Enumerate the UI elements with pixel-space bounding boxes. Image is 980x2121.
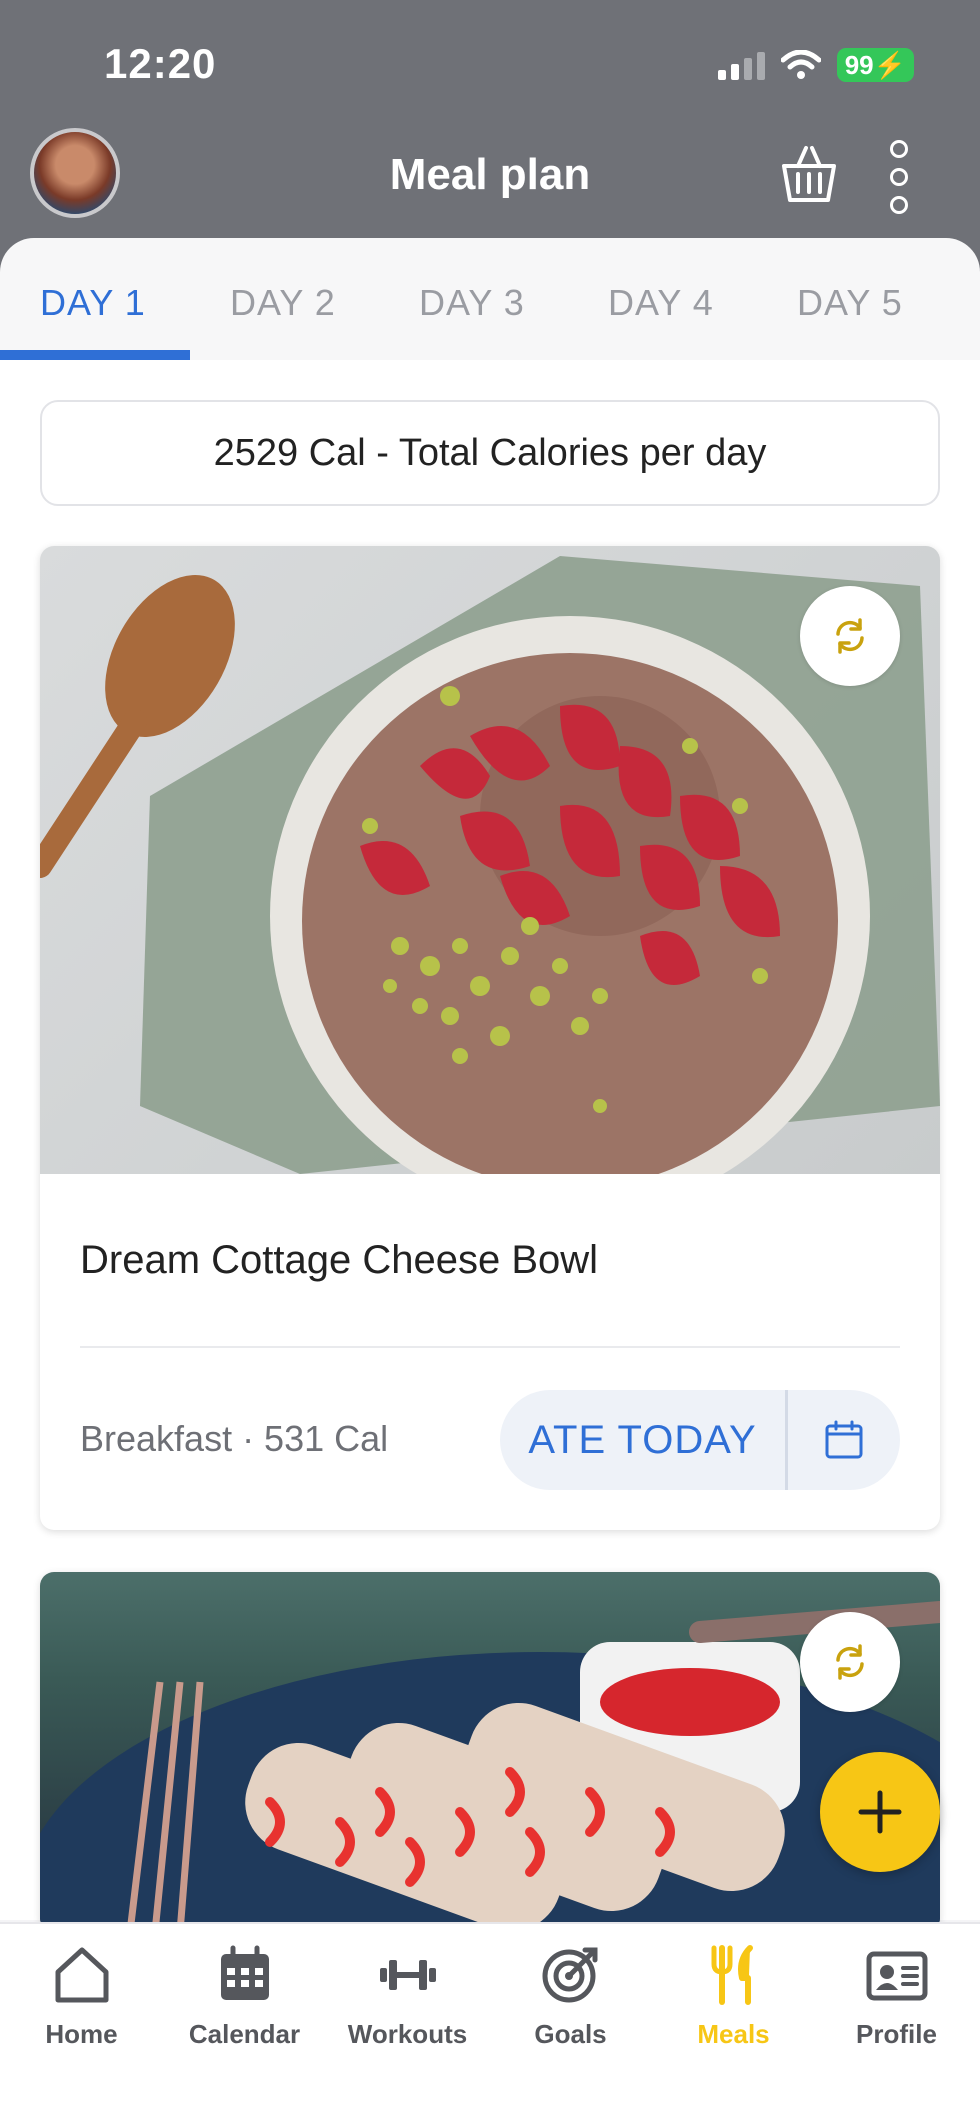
plus-icon xyxy=(858,1790,902,1834)
wifi-icon xyxy=(780,50,821,79)
id-card-icon xyxy=(866,1951,927,2001)
status-time: 12:20 xyxy=(104,40,217,87)
nav-label: Calendar xyxy=(188,2019,301,2049)
signal-icon xyxy=(717,50,765,80)
total-calories-text: 2529 Cal - Total Calories per day xyxy=(213,431,767,474)
fork-knife-icon xyxy=(711,1945,753,2005)
nav-label: Profile xyxy=(856,2019,937,2049)
nav-goals[interactable]: Goals xyxy=(489,1944,652,2050)
total-calories-box: 2529 Cal - Total Calories per day xyxy=(40,400,940,506)
nav-label: Goals xyxy=(534,2019,607,2049)
calendar-icon xyxy=(825,1420,863,1459)
refresh-icon xyxy=(836,618,864,654)
nav-workouts[interactable]: Workouts xyxy=(326,1944,489,2050)
nav-meals[interactable]: Meals xyxy=(652,1944,815,2050)
bottom-nav: Home Calendar Workouts Goals Meals Profi… xyxy=(0,1922,980,2121)
nav-home[interactable]: Home xyxy=(0,1944,163,2050)
ate-today-control: ATE TODAY xyxy=(500,1390,900,1490)
nav-profile[interactable]: Profile xyxy=(815,1944,978,2050)
nav-calendar[interactable]: Calendar xyxy=(163,1944,326,2050)
target-icon xyxy=(542,1947,597,2003)
home-icon xyxy=(55,1947,108,2003)
nav-label: Workouts xyxy=(347,2019,468,2049)
tab-day-4[interactable]: DAY 4 xyxy=(608,282,714,324)
meal-name[interactable]: Dream Cottage Cheese Bowl xyxy=(80,1238,598,1283)
more-vertical-icon[interactable] xyxy=(890,140,908,214)
tab-day-3[interactable]: DAY 3 xyxy=(419,282,525,324)
meal-image[interactable] xyxy=(40,1572,940,1932)
day-tabs: DAY 1 DAY 2 DAY 3 DAY 4 DAY 5 xyxy=(0,238,980,360)
dumbbell-icon xyxy=(379,1960,436,1990)
battery-indicator: 99⚡ xyxy=(836,48,914,82)
swap-meal-button[interactable] xyxy=(800,586,900,686)
schedule-date-button[interactable] xyxy=(788,1419,900,1461)
meal-meta: Breakfast · 531 Cal xyxy=(80,1418,389,1459)
active-tab-indicator xyxy=(0,350,190,360)
tab-day-1[interactable]: DAY 1 xyxy=(40,282,146,324)
divider xyxy=(80,1346,900,1348)
add-button[interactable] xyxy=(820,1752,940,1872)
meal-card[interactable] xyxy=(40,1572,940,1932)
tab-day-5[interactable]: DAY 5 xyxy=(797,282,903,324)
refresh-icon xyxy=(836,1644,864,1680)
calendar-icon xyxy=(220,1945,269,2000)
nav-label: Home xyxy=(45,2019,118,2049)
ate-today-button[interactable]: ATE TODAY xyxy=(500,1390,788,1490)
basket-icon[interactable] xyxy=(776,140,842,211)
meal-card[interactable]: Dream Cottage Cheese Bowl Breakfast · 53… xyxy=(40,546,940,1530)
swap-meal-button[interactable] xyxy=(800,1612,900,1712)
nav-label: Meals xyxy=(697,2019,770,2049)
tab-day-2[interactable]: DAY 2 xyxy=(230,282,336,324)
status-icons: 99⚡ xyxy=(717,48,914,82)
